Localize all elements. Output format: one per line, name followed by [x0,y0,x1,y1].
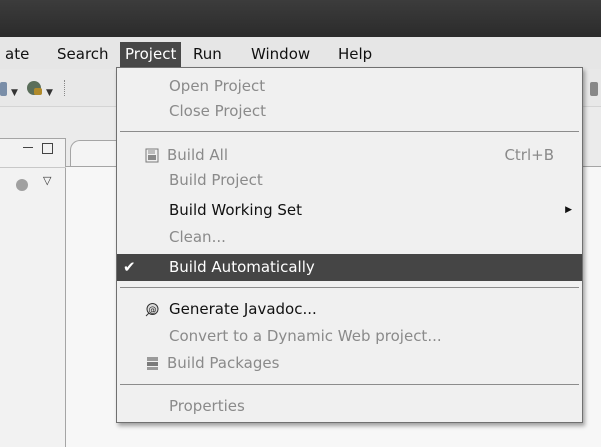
menu-item-close-project[interactable]: Close Project [117,99,582,124]
open-type-icon[interactable] [0,82,7,96]
menu-item-build-working-set[interactable]: Build Working Set ▶ [117,198,582,223]
menu-separator [120,287,579,288]
checkmark-icon: ✔ [123,258,136,276]
menu-item-label: Open Project [169,77,266,95]
menu-item-properties[interactable]: Properties [117,394,582,419]
menu-item-label: Build Project [169,171,263,189]
search-tool-dropdown-arrow[interactable]: ▼ [46,88,53,98]
panel-tab-strip [0,138,66,168]
search-tool-badge-icon [34,88,42,95]
menu-item-open-project[interactable]: Open Project [117,74,582,99]
javadoc-icon: @ [145,303,159,317]
menu-run[interactable]: Run [188,43,227,65]
menu-window[interactable]: Window [246,43,315,65]
window-titlebar [0,0,601,37]
package-explorer-panel [0,138,66,447]
menu-search[interactable]: Search [52,43,114,65]
menu-project[interactable]: Project [120,42,182,67]
menu-item-label: Build Automatically [169,258,315,276]
build-all-icon [145,148,159,163]
build-packages-icon [147,357,158,370]
menu-item-label: Build Working Set [169,201,303,219]
menu-navigate[interactable]: ate [0,43,34,65]
menu-item-clean[interactable]: Clean... [117,225,582,250]
menu-item-label: Build All [167,146,229,164]
menu-item-build-automatically[interactable]: ✔ Build Automatically [117,254,582,281]
menu-item-build-project[interactable]: Build Project [117,168,582,193]
view-menu-icon[interactable]: ▽ [43,174,51,187]
menu-item-label: Clean... [169,228,226,246]
maximize-icon[interactable] [42,143,53,154]
menu-item-label: Close Project [169,102,266,120]
menu-item-label: Generate Javadoc... [169,300,317,318]
menu-separator [120,384,579,385]
submenu-arrow-icon: ▶ [565,205,572,215]
toolbar-separator [64,80,66,96]
menu-item-build-all[interactable]: Build All Ctrl+B [117,143,582,168]
menu-item-label: Properties [169,397,245,415]
minimize-icon[interactable] [23,147,33,149]
menu-item-convert-dynamic-web[interactable]: Convert to a Dynamic Web project... [117,324,582,349]
menu-separator [120,131,579,132]
menubar: ate Search Project Run Window Help [0,37,601,69]
menu-item-build-packages[interactable]: Build Packages [117,351,582,376]
project-menu-dropdown: Open Project Close Project Build All Ctr… [116,67,583,423]
open-type-dropdown-arrow[interactable]: ▼ [11,88,18,98]
menu-item-label: Convert to a Dynamic Web project... [169,327,442,345]
toolbar-overflow-icon[interactable] [590,82,598,96]
menu-item-generate-javadoc[interactable]: @ Generate Javadoc... [117,297,582,322]
menu-item-label: Build Packages [167,354,280,372]
svg-text:@: @ [149,305,157,314]
link-with-editor-icon[interactable] [16,179,28,191]
menu-item-accelerator: Ctrl+B [504,146,554,164]
menu-help[interactable]: Help [333,43,377,65]
